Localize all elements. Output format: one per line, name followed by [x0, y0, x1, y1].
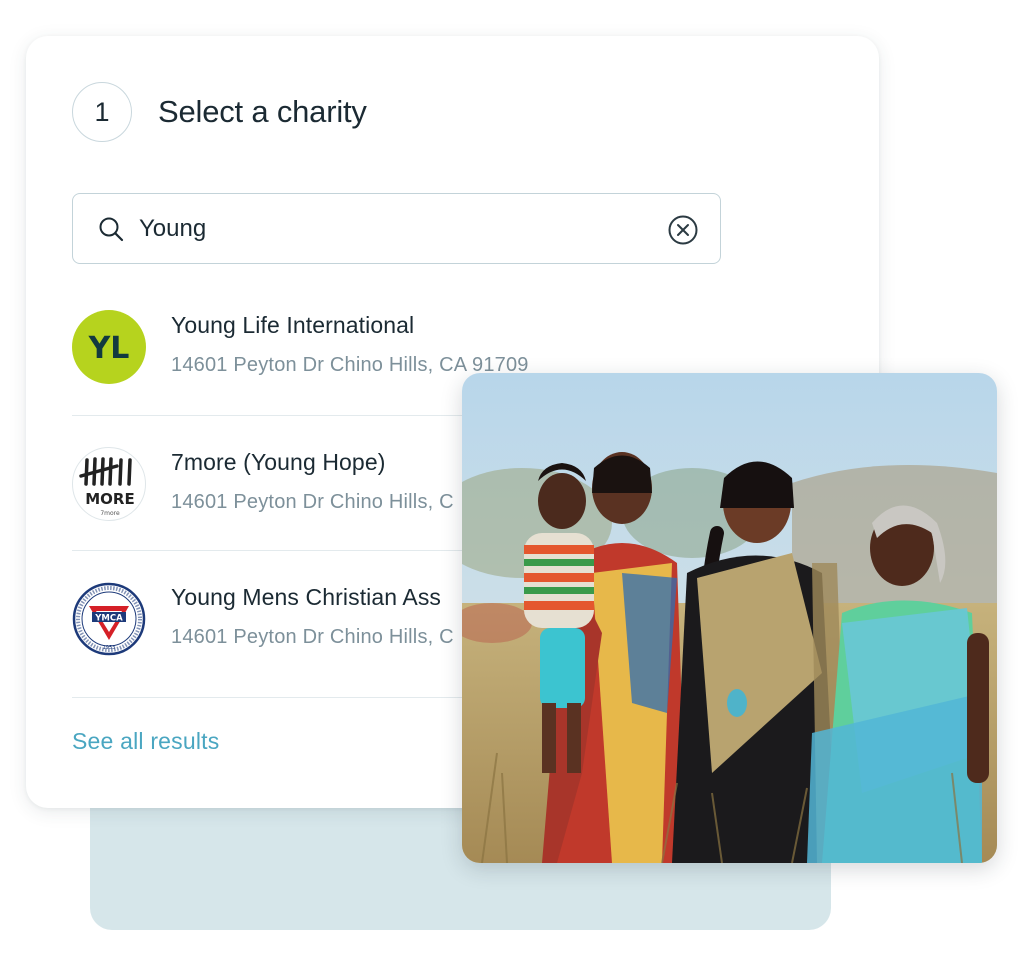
see-all-results-link[interactable]: See all results [72, 728, 219, 755]
search-input[interactable] [139, 213, 619, 245]
result-address: 14601 Peyton Dr Chino Hills, C [171, 491, 454, 513]
svg-text:YL: YL [88, 331, 130, 366]
7more-logo: MORE 7more [72, 447, 146, 521]
ymca-logo: YMCA 1953 [72, 582, 146, 656]
search-field[interactable] [72, 193, 721, 264]
clear-icon[interactable] [667, 214, 699, 246]
step-number-badge: 1 [72, 82, 132, 142]
svg-text:1953: 1953 [103, 645, 116, 651]
result-name: 7more (Young Hope) [171, 449, 386, 475]
result-name: Young Mens Christian Ass [171, 584, 442, 610]
result-address: 14601 Peyton Dr Chino Hills, C [171, 626, 454, 648]
page-title: Select a charity [158, 94, 367, 129]
svg-text:YMCA: YMCA [94, 614, 123, 624]
result-name: Young Life International [171, 312, 415, 338]
svg-text:MORE: MORE [85, 490, 134, 508]
charity-photo [462, 373, 997, 863]
search-icon [99, 217, 124, 242]
young-life-logo: YL [72, 310, 146, 384]
svg-text:7more: 7more [100, 510, 120, 517]
